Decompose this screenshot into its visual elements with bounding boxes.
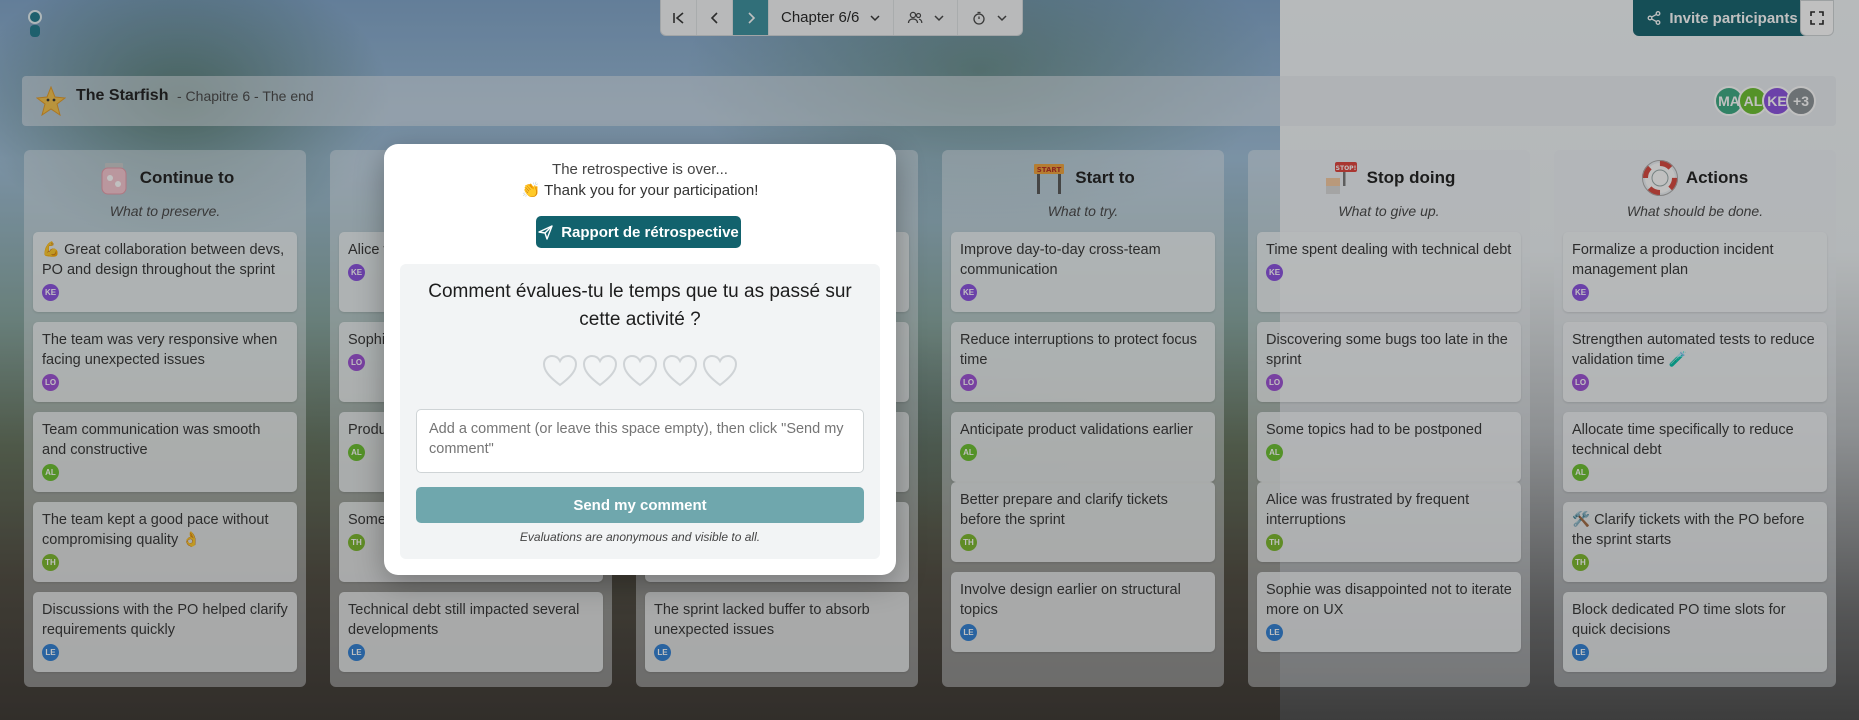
retro-report-button[interactable]: Rapport de rétrospective <box>536 216 741 248</box>
report-label: Rapport de rétrospective <box>561 223 739 241</box>
comment-textarea[interactable] <box>416 409 864 473</box>
end-of-retro-modal: The retrospective is over... 👏 Thank you… <box>384 144 896 575</box>
heart-icon[interactable] <box>582 354 618 388</box>
modal-backdrop <box>0 0 1859 720</box>
send-comment-button[interactable]: Send my comment <box>416 487 864 523</box>
heart-icon[interactable] <box>622 354 658 388</box>
anonymous-note: Evaluations are anonymous and visible to… <box>519 530 761 544</box>
heart-icon[interactable] <box>542 354 578 388</box>
heart-icon[interactable] <box>662 354 698 388</box>
thanks-text: 👏 Thank you for your participation! <box>521 182 759 199</box>
heart-rating <box>400 354 880 388</box>
evaluation-panel: Comment évalues-tu le temps que tu as pa… <box>400 264 880 559</box>
heart-icon[interactable] <box>702 354 738 388</box>
evaluation-question: Comment évalues-tu le temps que tu as pa… <box>428 281 852 330</box>
retro-over-text: The retrospective is over... <box>552 161 728 178</box>
send-label: Send my comment <box>573 496 707 514</box>
send-icon <box>538 224 553 240</box>
